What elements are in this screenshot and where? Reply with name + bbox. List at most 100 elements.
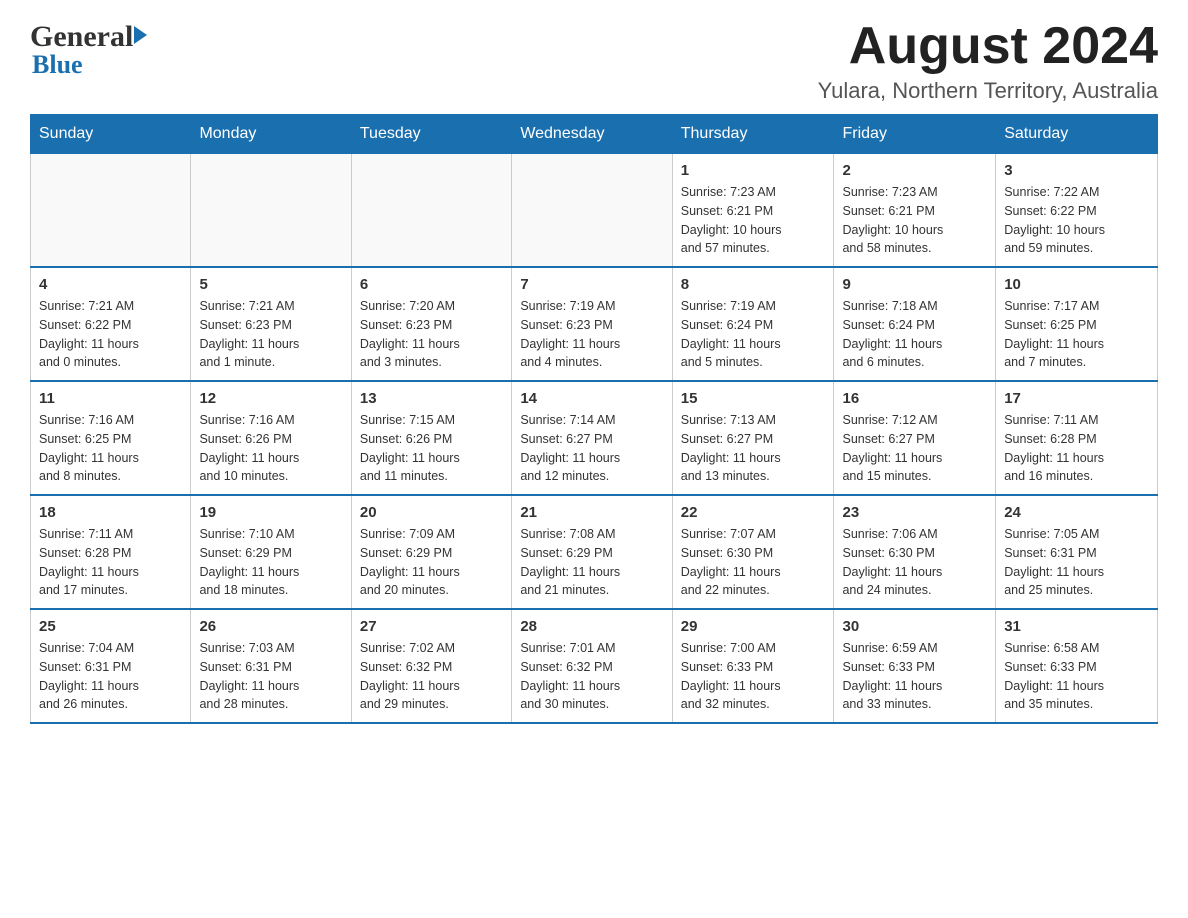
day-number: 19 xyxy=(199,504,342,521)
day-info: Sunrise: 7:18 AM Sunset: 6:24 PM Dayligh… xyxy=(842,297,987,372)
day-cell: 28Sunrise: 7:01 AM Sunset: 6:32 PM Dayli… xyxy=(512,609,672,723)
day-cell: 10 Sunrise: 7:17 AM Sunset: 6:25 PM Dayli… xyxy=(996,267,1158,381)
calendar-body: 1 Sunrise: 7:23 AM Sunset: 6:21 PM Daylig… xyxy=(31,154,1158,724)
day-cell: 27Sunrise: 7:02 AM Sunset: 6:32 PM Dayli… xyxy=(351,609,511,723)
day-info: Sunrise: 7:13 AM Sunset: 6:27 PM Dayligh… xyxy=(681,411,826,486)
week-row-5: 25 Sunrise: 7:04 AM Sunset: 6:31 PM Dayli… xyxy=(31,609,1158,723)
day-cell: 9 Sunrise: 7:18 AM Sunset: 6:24 PM Daylig… xyxy=(834,267,996,381)
day-info: Sunrise: 7:16 AM Sunset: 6:26 PM Dayligh… xyxy=(199,411,342,486)
day-cell: 17Sunrise: 7:11 AM Sunset: 6:28 PM Dayli… xyxy=(996,381,1158,495)
day-number: 8 xyxy=(681,276,826,293)
logo: General Blue xyxy=(30,20,147,80)
day-info: Sunrise: 7:06 AM Sunset: 6:30 PM Dayligh… xyxy=(842,525,987,600)
day-number: 23 xyxy=(842,504,987,521)
day-number: 25 xyxy=(39,618,182,635)
day-info: Sunrise: 7:11 AM Sunset: 6:28 PM Dayligh… xyxy=(39,525,182,600)
day-cell: 25 Sunrise: 7:04 AM Sunset: 6:31 PM Dayli… xyxy=(31,609,191,723)
day-header-sunday: Sunday xyxy=(31,115,191,154)
day-info: Sunrise: 7:15 AM Sunset: 6:26 PM Dayligh… xyxy=(360,411,503,486)
day-cell xyxy=(512,154,672,268)
day-cell: 5 Sunrise: 7:21 AM Sunset: 6:23 PM Daylig… xyxy=(191,267,351,381)
title-block: August 2024 Yulara, Northern Territory, … xyxy=(818,20,1158,104)
day-cell xyxy=(31,154,191,268)
day-header-tuesday: Tuesday xyxy=(351,115,511,154)
day-cell xyxy=(191,154,351,268)
day-cell: 19 Sunrise: 7:10 AM Sunset: 6:29 PM Dayli… xyxy=(191,495,351,609)
day-number: 24 xyxy=(1004,504,1149,521)
day-number: 21 xyxy=(520,504,663,521)
day-number: 10 xyxy=(1004,276,1149,293)
logo-general-text: General xyxy=(30,20,133,54)
day-info: Sunrise: 7:17 AM Sunset: 6:25 PM Dayligh… xyxy=(1004,297,1149,372)
logo-arrow-icon xyxy=(134,26,147,44)
day-number: 5 xyxy=(199,276,342,293)
day-number: 31 xyxy=(1004,618,1149,635)
day-cell: 12Sunrise: 7:16 AM Sunset: 6:26 PM Dayli… xyxy=(191,381,351,495)
day-info: Sunrise: 7:20 AM Sunset: 6:23 PM Dayligh… xyxy=(360,297,503,372)
day-info: Sunrise: 7:16 AM Sunset: 6:25 PM Dayligh… xyxy=(39,411,182,486)
day-cell: 31 Sunrise: 6:58 AM Sunset: 6:33 PM Dayli… xyxy=(996,609,1158,723)
day-cell: 2 Sunrise: 7:23 AM Sunset: 6:21 PM Daylig… xyxy=(834,154,996,268)
day-info: Sunrise: 7:00 AM Sunset: 6:33 PM Dayligh… xyxy=(681,639,826,714)
day-info: Sunrise: 7:03 AM Sunset: 6:31 PM Dayligh… xyxy=(199,639,342,714)
week-row-1: 1 Sunrise: 7:23 AM Sunset: 6:21 PM Daylig… xyxy=(31,154,1158,268)
day-number: 14 xyxy=(520,390,663,407)
day-number: 22 xyxy=(681,504,826,521)
day-cell: 24 Sunrise: 7:05 AM Sunset: 6:31 PM Dayli… xyxy=(996,495,1158,609)
day-info: Sunrise: 7:04 AM Sunset: 6:31 PM Dayligh… xyxy=(39,639,182,714)
day-info: Sunrise: 7:21 AM Sunset: 6:23 PM Dayligh… xyxy=(199,297,342,372)
day-info: Sunrise: 7:22 AM Sunset: 6:22 PM Dayligh… xyxy=(1004,183,1149,258)
day-cell: 6Sunrise: 7:20 AM Sunset: 6:23 PM Daylig… xyxy=(351,267,511,381)
day-number: 9 xyxy=(842,276,987,293)
day-number: 15 xyxy=(681,390,826,407)
day-number: 11 xyxy=(39,390,182,407)
day-number: 4 xyxy=(39,276,182,293)
day-cell: 7Sunrise: 7:19 AM Sunset: 6:23 PM Daylig… xyxy=(512,267,672,381)
day-cell: 23 Sunrise: 7:06 AM Sunset: 6:30 PM Dayli… xyxy=(834,495,996,609)
day-cell: 30 Sunrise: 6:59 AM Sunset: 6:33 PM Dayli… xyxy=(834,609,996,723)
location-subtitle: Yulara, Northern Territory, Australia xyxy=(818,78,1158,104)
calendar-header: SundayMondayTuesdayWednesdayThursdayFrid… xyxy=(31,115,1158,154)
day-number: 18 xyxy=(39,504,182,521)
day-cell: 3 Sunrise: 7:22 AM Sunset: 6:22 PM Daylig… xyxy=(996,154,1158,268)
day-number: 30 xyxy=(842,618,987,635)
logo-blue-text: Blue xyxy=(32,50,83,80)
day-cell: 1 Sunrise: 7:23 AM Sunset: 6:21 PM Daylig… xyxy=(672,154,834,268)
day-info: Sunrise: 7:07 AM Sunset: 6:30 PM Dayligh… xyxy=(681,525,826,600)
day-cell: 11 Sunrise: 7:16 AM Sunset: 6:25 PM Dayli… xyxy=(31,381,191,495)
day-cell: 4 Sunrise: 7:21 AM Sunset: 6:22 PM Daylig… xyxy=(31,267,191,381)
day-info: Sunrise: 7:05 AM Sunset: 6:31 PM Dayligh… xyxy=(1004,525,1149,600)
day-number: 28 xyxy=(520,618,663,635)
day-header-monday: Monday xyxy=(191,115,351,154)
day-number: 7 xyxy=(520,276,663,293)
day-number: 1 xyxy=(681,162,826,179)
days-of-week-row: SundayMondayTuesdayWednesdayThursdayFrid… xyxy=(31,115,1158,154)
day-info: Sunrise: 7:23 AM Sunset: 6:21 PM Dayligh… xyxy=(681,183,826,258)
day-number: 20 xyxy=(360,504,503,521)
day-cell: 18 Sunrise: 7:11 AM Sunset: 6:28 PM Dayli… xyxy=(31,495,191,609)
day-cell: 14Sunrise: 7:14 AM Sunset: 6:27 PM Dayli… xyxy=(512,381,672,495)
week-row-3: 11 Sunrise: 7:16 AM Sunset: 6:25 PM Dayli… xyxy=(31,381,1158,495)
day-cell: 26 Sunrise: 7:03 AM Sunset: 6:31 PM Dayli… xyxy=(191,609,351,723)
day-info: Sunrise: 7:21 AM Sunset: 6:22 PM Dayligh… xyxy=(39,297,182,372)
day-number: 17 xyxy=(1004,390,1149,407)
day-info: Sunrise: 7:08 AM Sunset: 6:29 PM Dayligh… xyxy=(520,525,663,600)
calendar-table: SundayMondayTuesdayWednesdayThursdayFrid… xyxy=(30,114,1158,724)
week-row-4: 18 Sunrise: 7:11 AM Sunset: 6:28 PM Dayli… xyxy=(31,495,1158,609)
day-number: 26 xyxy=(199,618,342,635)
day-number: 3 xyxy=(1004,162,1149,179)
page-header: General Blue August 2024 Yulara, Norther… xyxy=(30,20,1158,104)
day-info: Sunrise: 7:09 AM Sunset: 6:29 PM Dayligh… xyxy=(360,525,503,600)
month-year-title: August 2024 xyxy=(818,20,1158,72)
day-info: Sunrise: 7:23 AM Sunset: 6:21 PM Dayligh… xyxy=(842,183,987,258)
day-cell: 21 Sunrise: 7:08 AM Sunset: 6:29 PM Dayli… xyxy=(512,495,672,609)
day-cell xyxy=(351,154,511,268)
day-number: 2 xyxy=(842,162,987,179)
day-info: Sunrise: 7:19 AM Sunset: 6:24 PM Dayligh… xyxy=(681,297,826,372)
day-info: Sunrise: 7:10 AM Sunset: 6:29 PM Dayligh… xyxy=(199,525,342,600)
day-number: 16 xyxy=(842,390,987,407)
day-info: Sunrise: 6:58 AM Sunset: 6:33 PM Dayligh… xyxy=(1004,639,1149,714)
day-info: Sunrise: 7:02 AM Sunset: 6:32 PM Dayligh… xyxy=(360,639,503,714)
day-info: Sunrise: 6:59 AM Sunset: 6:33 PM Dayligh… xyxy=(842,639,987,714)
day-number: 29 xyxy=(681,618,826,635)
